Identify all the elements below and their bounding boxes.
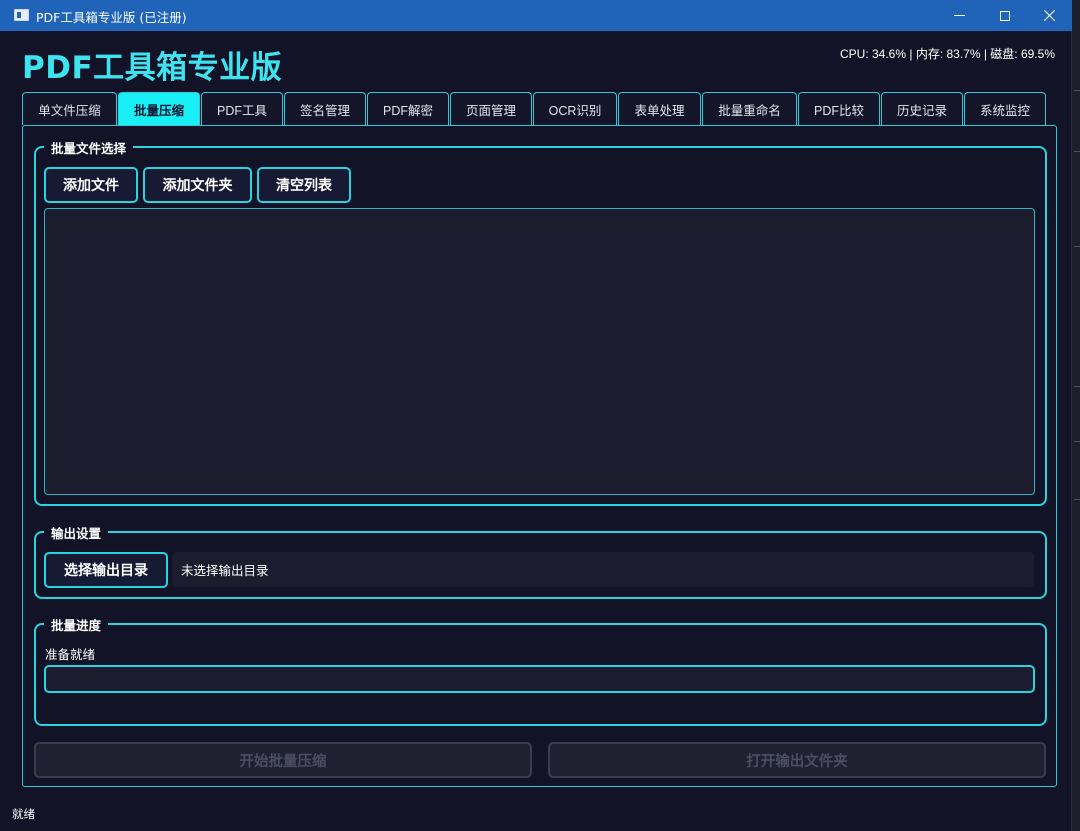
tab-system-monitor[interactable]: 系统监控: [964, 92, 1046, 125]
file-list[interactable]: [44, 208, 1035, 495]
output-path-field: 未选择输出目录: [172, 552, 1034, 587]
tab-history[interactable]: 历史记录: [881, 92, 963, 125]
minimize-icon: [953, 15, 965, 16]
file-select-title: 批量文件选择: [44, 138, 134, 157]
tab-content-panel: 批量文件选择 添加文件 添加文件夹 清空列表 输出设置 选择输出目录 未选择输出…: [22, 125, 1057, 787]
system-stats: CPU: 34.6% | 内存: 83.7% | 磁盘: 69.5%: [840, 47, 1055, 61]
progress-bar: [44, 665, 1035, 693]
title-bar[interactable]: PDF工具箱专业版 (已注册): [0, 0, 1072, 31]
open-output-folder-button[interactable]: 打开输出文件夹: [548, 742, 1046, 778]
app-icon: [14, 9, 29, 21]
maximize-icon: [1000, 10, 1010, 21]
batch-progress-title: 批量进度: [44, 615, 109, 634]
status-bar-text: 就绪: [12, 807, 35, 821]
app-window: PDF工具箱专业版 (已注册) PDF工具箱专业版 CPU: 34.6% | 内…: [0, 0, 1072, 831]
tab-pdf-tools[interactable]: PDF工具: [201, 92, 283, 125]
clear-list-button[interactable]: 清空列表: [257, 167, 351, 203]
minimize-button[interactable]: [936, 0, 982, 31]
choose-output-dir-button[interactable]: 选择输出目录: [44, 552, 168, 588]
add-file-button[interactable]: 添加文件: [44, 167, 138, 203]
tab-ocr[interactable]: OCR识别: [533, 92, 617, 125]
add-folder-button[interactable]: 添加文件夹: [143, 167, 252, 203]
tab-batch-compress[interactable]: 批量压缩: [118, 92, 200, 125]
batch-progress-group: 批量进度 准备就绪: [34, 615, 1047, 726]
tab-signature[interactable]: 签名管理: [284, 92, 366, 125]
tab-pdf-decrypt[interactable]: PDF解密: [367, 92, 449, 125]
window-title: PDF工具箱专业版 (已注册): [36, 10, 187, 25]
tab-batch-rename[interactable]: 批量重命名: [702, 92, 797, 125]
progress-status-label: 准备就绪: [45, 647, 96, 662]
close-icon: [1043, 10, 1055, 21]
background-window-edge: [1074, 90, 1080, 500]
app-title: PDF工具箱专业版: [22, 50, 283, 86]
close-button[interactable]: [1026, 0, 1072, 31]
file-select-group: 批量文件选择 添加文件 添加文件夹 清空列表: [34, 138, 1047, 506]
tab-bar: 单文件压缩 批量压缩 PDF工具 签名管理 PDF解密 页面管理 OCR识别 表…: [22, 92, 1047, 125]
output-settings-title: 输出设置: [44, 523, 109, 542]
tab-form[interactable]: 表单处理: [618, 92, 701, 125]
start-batch-compress-button[interactable]: 开始批量压缩: [34, 742, 532, 778]
tab-single-compress[interactable]: 单文件压缩: [22, 92, 117, 125]
output-settings-group: 输出设置 选择输出目录 未选择输出目录: [34, 523, 1047, 599]
maximize-button[interactable]: [982, 0, 1028, 31]
tab-pdf-compare[interactable]: PDF比较: [798, 92, 880, 125]
tab-page-manage[interactable]: 页面管理: [450, 92, 532, 125]
